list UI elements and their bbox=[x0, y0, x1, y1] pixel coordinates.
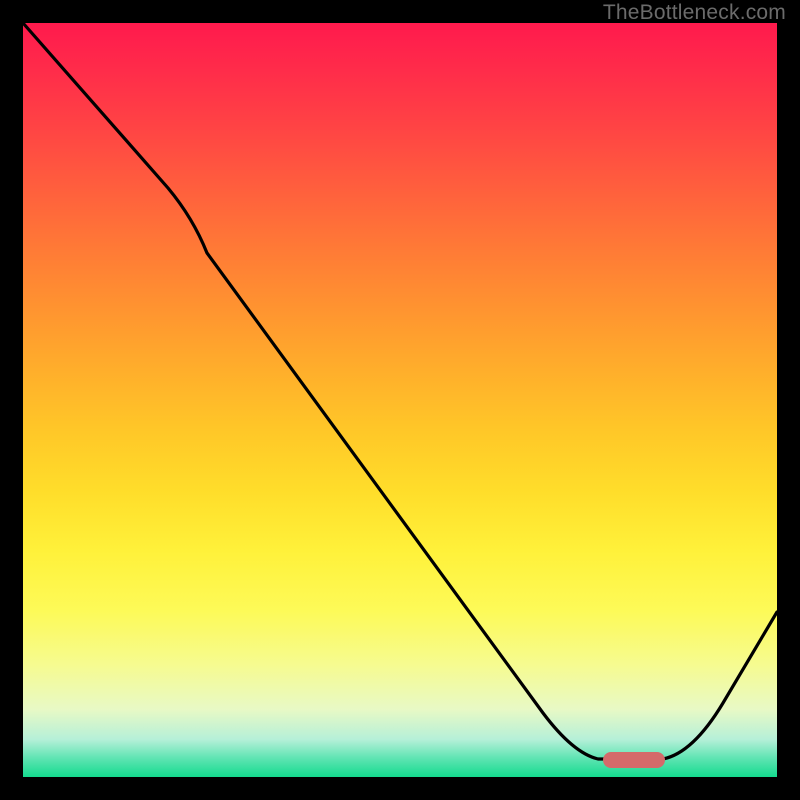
plot-area bbox=[23, 23, 777, 777]
highlight-marker bbox=[603, 752, 665, 768]
chart-frame: TheBottleneck.com bbox=[0, 0, 800, 800]
watermark-text: TheBottleneck.com bbox=[603, 1, 786, 25]
chart-svg bbox=[23, 23, 777, 777]
bottleneck-curve bbox=[23, 23, 777, 759]
